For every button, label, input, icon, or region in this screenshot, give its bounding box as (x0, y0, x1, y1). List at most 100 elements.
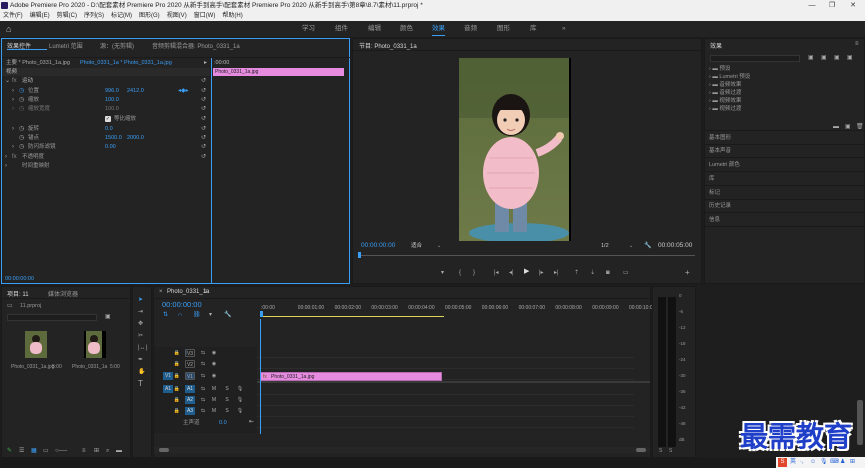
effects-folder-video-transitions[interactable]: › ▬ 视频过渡 (709, 105, 741, 113)
effects-folder-audio-transitions[interactable]: › ▬ 音频过渡 (709, 89, 741, 97)
comparison-view-icon[interactable]: ▭ (623, 269, 629, 277)
tab-lumetri-scopes[interactable]: Lumetri 范围 (49, 41, 83, 50)
ime-menu-icon[interactable]: ⊞ (850, 457, 855, 468)
solo-a2-button[interactable]: S (223, 396, 231, 404)
project-search-input[interactable] (7, 314, 97, 321)
fit-chevron-icon[interactable]: ⌄ (437, 242, 441, 250)
reset-scale-width-icon[interactable]: ↺ (201, 105, 206, 113)
add-marker-icon[interactable]: ▾ (441, 269, 444, 277)
more-workspaces-icon[interactable]: » (562, 21, 566, 37)
lock-a3-icon[interactable]: 🔒 (173, 407, 181, 415)
sync-a3-icon[interactable]: ⇆ (199, 407, 207, 415)
master-clip-label[interactable]: 主要 * Photo_0331_1a.jpg (6, 59, 70, 67)
menu-edit[interactable]: 编辑(E) (30, 13, 50, 19)
rotation-stopwatch-icon[interactable]: ◷ (19, 125, 24, 133)
position-x-value[interactable]: 996.0 (105, 87, 119, 95)
panel-libraries[interactable]: 库 (709, 175, 715, 183)
anchor-y-value[interactable]: 2000.0 (127, 134, 144, 142)
project-item-1-name[interactable]: Photo_0331_1a.jpg (11, 363, 54, 371)
mute-a1-button[interactable]: M (210, 385, 218, 393)
effects-panel-title[interactable]: 效果 (710, 41, 722, 50)
track-a1-label[interactable]: A1 (185, 385, 195, 393)
new-bin-button-icon[interactable]: ▬ (116, 447, 122, 455)
solo-left-button[interactable]: S (659, 447, 662, 455)
scroll-handle-right[interactable] (636, 448, 646, 452)
mark-out-icon[interactable]: } (473, 269, 475, 277)
ime-mic-icon[interactable]: 🎙 (820, 457, 828, 468)
track-v1-label[interactable]: V1 (185, 372, 195, 380)
effects-folder-audio-effects[interactable]: › ▬ 音频效果 (709, 81, 741, 89)
workspace-color[interactable]: 颜色 (400, 21, 413, 37)
workspace-libraries[interactable]: 库 (530, 21, 537, 37)
reset-uniform-icon[interactable]: ↺ (201, 115, 206, 123)
workspace-learning[interactable]: 学习 (302, 21, 315, 37)
expand-position-icon[interactable]: › (12, 87, 14, 95)
panel-markers[interactable]: 标记 (709, 189, 720, 197)
fx-icon[interactable]: fx (12, 77, 17, 85)
snap-icon[interactable]: ∩ (178, 311, 182, 319)
razor-tool-icon[interactable]: ✂ (138, 332, 143, 340)
new-search-bin-icon[interactable]: ▣ (105, 313, 111, 321)
menu-help[interactable]: 帮助(H) (222, 13, 242, 19)
solo-a1-button[interactable]: S (223, 385, 231, 393)
anchor-stopwatch-icon[interactable]: ◷ (19, 134, 24, 142)
tab-media-browser[interactable]: 媒体浏览器 (48, 289, 78, 298)
project-item-2-name[interactable]: Photo_0331_1a (72, 363, 107, 371)
effects-folder-lumetri-presets[interactable]: › ▬ Lumetri 预设 (709, 73, 750, 81)
selection-tool-icon[interactable]: ➤ (138, 296, 143, 304)
panel-essential-graphics[interactable]: 基本图形 (709, 134, 731, 142)
menu-clip[interactable]: 剪辑(C) (57, 13, 77, 19)
sync-a1-icon[interactable]: ⇆ (199, 385, 207, 393)
timeline-playhead[interactable] (260, 311, 263, 317)
expand-antiflicker-icon[interactable]: › (12, 143, 14, 151)
expand-time-remap-icon[interactable]: › (5, 162, 7, 170)
menu-sequence[interactable]: 序列(S) (84, 13, 104, 19)
track-a3-label[interactable]: A3 (185, 407, 195, 415)
expand-scale-width-icon[interactable]: › (12, 105, 14, 113)
ime-punctuation-icon[interactable]: ·, (800, 457, 804, 468)
workspace-graphics[interactable]: 图形 (497, 21, 510, 37)
expand-scale-icon[interactable]: › (12, 96, 14, 104)
voiceover-a1-icon[interactable]: 🎙 (236, 385, 244, 393)
sync-v1-icon[interactable]: ⇆ (199, 372, 207, 380)
panel-history[interactable]: 历史记录 (709, 202, 731, 210)
lock-a1-icon[interactable]: 🔒 (173, 385, 181, 393)
sequence-clip-label[interactable]: Photo_0331_1a * Photo_0331_1a.jpg (80, 59, 172, 67)
menu-graphics[interactable]: 图形(G) (139, 13, 160, 19)
reset-motion-icon[interactable]: ↺ (201, 77, 206, 85)
sync-v2-icon[interactable]: ⇆ (199, 360, 207, 368)
ec-clip-bar[interactable]: Photo_0331_1a.jpg (213, 68, 344, 76)
go-to-out-icon[interactable]: ▸| (554, 269, 559, 277)
program-monitor-title[interactable]: 节目: Photo_0331_1a (359, 41, 417, 50)
reset-antiflicker-icon[interactable]: ↺ (201, 143, 206, 151)
effects-folder-icon[interactable]: ▣ (847, 54, 853, 62)
32bit-effects-icon[interactable]: ▣ (821, 54, 827, 62)
ime-english-toggle[interactable]: 英 (790, 457, 796, 468)
timeline-scrollbar[interactable] (154, 447, 650, 453)
step-forward-icon[interactable]: |▸ (539, 269, 544, 277)
reset-rotation-icon[interactable]: ↺ (201, 125, 206, 133)
sync-a2-icon[interactable]: ⇆ (199, 396, 207, 404)
lock-v3-icon[interactable]: 🔒 (173, 349, 181, 357)
work-area-bar[interactable] (261, 316, 444, 317)
export-frame-icon[interactable]: ◙ (606, 269, 610, 277)
ripple-edit-tool-icon[interactable]: ✥ (138, 320, 143, 328)
reset-opacity-icon[interactable]: ↺ (201, 153, 206, 161)
voiceover-a3-icon[interactable]: 🎙 (236, 407, 244, 415)
voiceover-a2-icon[interactable]: 🎙 (236, 396, 244, 404)
fit-dropdown[interactable]: 适合 (411, 242, 422, 250)
menu-markers[interactable]: 标记(M) (111, 13, 132, 19)
effects-search-input[interactable] (710, 55, 800, 62)
slip-tool-icon[interactable]: |↔| (138, 344, 147, 352)
add-marker-icon[interactable]: ▾ (209, 311, 212, 319)
master-volume-value[interactable]: 0.0 (219, 419, 227, 427)
ec-playhead[interactable] (211, 58, 212, 284)
eye-v1-icon[interactable]: ◉ (210, 372, 218, 380)
reset-anchor-icon[interactable]: ↺ (201, 134, 206, 142)
close-icon[interactable]: ✕ (843, 0, 863, 11)
keyframe-nav-icon[interactable]: ◂◆▸ (178, 87, 189, 95)
find-icon[interactable]: ⌕ (106, 447, 109, 455)
antiflicker-value[interactable]: 0.00 (105, 143, 116, 151)
panel-info[interactable]: 信息 (709, 216, 720, 224)
freeform-view-icon[interactable]: ▭ (43, 447, 49, 455)
